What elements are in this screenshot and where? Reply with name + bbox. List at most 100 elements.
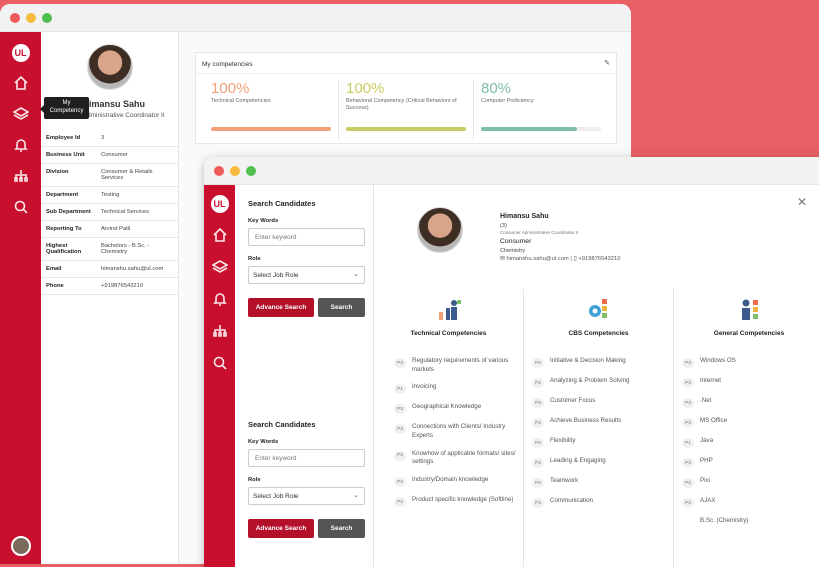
maximize-window-button[interactable] (246, 165, 256, 176)
edit-pencil-icon[interactable]: ✎ (604, 59, 610, 67)
competency-item-name: Customer Focus (550, 397, 596, 404)
competency-columns: Technical Competencies P3 Regulatory requi… (374, 289, 819, 567)
competency-item: P3 Regulatory requirements of various mar… (394, 357, 523, 374)
search-heading: Search Candidates (248, 420, 316, 429)
profile-row: Email himanshu.sahu@ul.com (41, 260, 178, 278)
close-icon[interactable]: ✕ (797, 195, 807, 209)
competency-item-name: MS Office (700, 417, 728, 424)
bell-icon[interactable] (11, 135, 31, 155)
keyword-input[interactable]: Enter keyword (248, 228, 365, 246)
layers-icon[interactable] (11, 104, 31, 124)
ul-logo[interactable]: UL (210, 195, 229, 213)
competency-item: P2 Pixi (682, 477, 819, 488)
minimize-window-button[interactable] (26, 12, 36, 23)
profile-row-label: Employee Id (41, 130, 96, 147)
proficiency-badge: P3 (682, 358, 694, 368)
profile-row: Reporting To Arvind Patil (41, 220, 178, 238)
competency-label: Computer Proficiency (481, 98, 534, 104)
competency-percent: 100% (346, 80, 385, 97)
competency-item: P3 Connections with Clients/ Industry Exp… (394, 423, 523, 440)
proficiency-badge: P3 (394, 424, 406, 435)
competency-item: P2 Teamwork (532, 477, 673, 488)
proficiency-badge: P3 (682, 398, 694, 408)
candidate-email[interactable]: himanshu.sahu@ul.com (506, 256, 568, 262)
profile-row-label: Email (41, 260, 96, 278)
chevron-down-icon: ⌄ (353, 492, 359, 499)
search-button[interactable]: Search (318, 519, 365, 538)
competency-label: Behavioral Competency (Critical Behavior… (346, 98, 457, 112)
profile-row-value: Arvind Patil (96, 220, 178, 238)
advance-search-button[interactable]: Advance Search (248, 298, 314, 317)
competency-item-name: Windows OS (700, 357, 736, 364)
org-chart-icon[interactable] (210, 321, 230, 341)
candidate-unit: Consumer (500, 237, 532, 245)
user-avatar[interactable] (11, 536, 31, 556)
proficiency-badge: P2 (532, 458, 544, 468)
proficiency-badge: P1 (682, 438, 694, 448)
competency-item: P1 Invoicing (394, 383, 523, 395)
competency-item-name: .Net (700, 397, 712, 404)
competency-item-name: Java (700, 437, 714, 444)
close-window-button[interactable] (214, 165, 224, 176)
profile-row-label: Sub Department (41, 203, 96, 221)
profile-row: Department Testing (41, 186, 178, 204)
keyword-input[interactable]: Enter keyword (248, 449, 365, 467)
candidate-search-window: UL Search Candidates Key Words Enter key… (204, 157, 819, 567)
competency-item: P2 Knowhow of applicable formats/ sites/ … (394, 450, 523, 467)
proficiency-badge: P2 (532, 378, 544, 388)
search-heading: Search Candidates (248, 199, 316, 208)
proficiency-badge: P3 (532, 398, 544, 408)
job-role-select[interactable]: Select Job Role ⌄ (248, 266, 365, 284)
proficiency-badge: P3 (394, 404, 406, 415)
competency-summary: 100% Behavioral Competency (Critical Beh… (339, 80, 474, 140)
search-candidates-form: Search Candidates Key Words Enter keywor… (248, 420, 365, 538)
competency-column-title: CBS Competencies (568, 330, 629, 337)
home-icon[interactable] (11, 73, 31, 93)
proficiency-badge: P2 (682, 498, 694, 508)
profile-row-value: Testing (96, 186, 178, 204)
ul-logo[interactable]: UL (11, 44, 30, 62)
search-icon[interactable] (11, 197, 31, 217)
competency-item: P2 Achieve Business Results (532, 417, 673, 428)
profile-row-label: Business Unit (41, 146, 96, 164)
progress-fill (346, 127, 466, 131)
candidate-id: (3) (500, 223, 507, 230)
profile-details-table: Employee Id 3 Business Unit Consumer Divisio… (41, 130, 178, 295)
profile-row: Highest Qualification Bachelors - B.Sc. -… (41, 237, 178, 261)
home-icon[interactable] (210, 225, 230, 245)
competency-item: P3 Customer Focus (532, 397, 673, 408)
window-titlebar (204, 157, 819, 185)
maximize-window-button[interactable] (42, 12, 52, 23)
job-role-value: Select Job Role (253, 493, 299, 500)
proficiency-badge: P3 (394, 358, 406, 368)
advance-search-button[interactable]: Advance Search (248, 519, 314, 538)
search-candidates-form: Search Candidates Key Words Enter keywor… (248, 199, 365, 317)
keywords-label: Key Words (248, 218, 279, 224)
candidate-dept: Chemistry (500, 247, 526, 254)
competencies-header: My competencies ✎ (196, 53, 616, 74)
proficiency-badge: P2 (682, 478, 694, 488)
competency-category-icon (586, 296, 612, 322)
minimize-window-button[interactable] (230, 165, 240, 176)
competency-percent: 80% (481, 80, 512, 97)
search-icon[interactable] (210, 353, 230, 373)
competency-item: P2 Initiative & Decision Making (532, 357, 673, 368)
profile-row-value: Bachelors - B.Sc. - Chemistry (96, 237, 178, 261)
bell-icon[interactable] (210, 289, 230, 309)
job-role-select[interactable]: Select Job Role ⌄ (248, 487, 365, 505)
proficiency-badge: P3 (394, 477, 406, 488)
search-button[interactable]: Search (318, 298, 365, 317)
proficiency-badge: P2 (394, 497, 406, 508)
competency-item-name: Pixi (700, 477, 710, 484)
my-competency-tooltip: My Competency (40, 97, 89, 119)
competency-item: P3 Geographical Knowledge (394, 403, 523, 415)
competency-summary: 100% Technical Competencies (204, 80, 339, 140)
profile-row: Phone +919876543210 (41, 277, 178, 295)
proficiency-badge: P3 (682, 458, 694, 468)
layers-icon[interactable] (210, 257, 230, 277)
org-chart-icon[interactable] (11, 166, 31, 186)
close-window-button[interactable] (10, 12, 20, 23)
competency-item-name: Achieve Business Results (550, 417, 622, 424)
competency-item: P3 .Net (682, 397, 819, 408)
progress-bar (211, 127, 331, 131)
